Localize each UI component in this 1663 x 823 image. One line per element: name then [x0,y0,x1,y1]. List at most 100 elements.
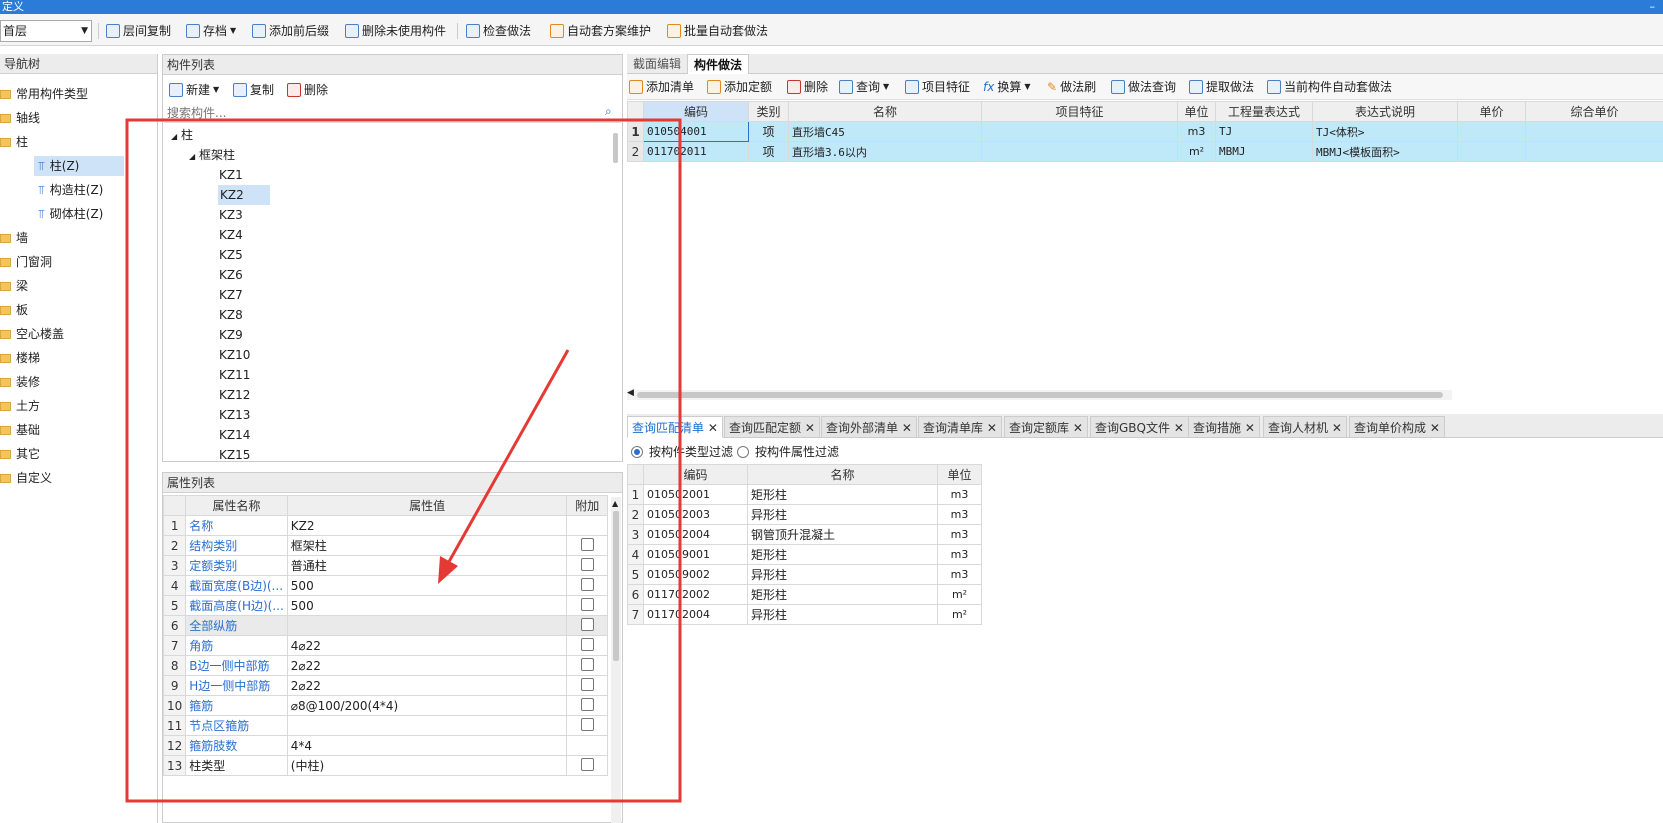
table-row[interactable]: 6 全部纵筋 [162,615,608,636]
table-row[interactable]: 2 结构类别 框架柱 [162,535,608,556]
nav-item-custom[interactable]: 自定义 [0,468,52,488]
nav-item-other[interactable]: 其它 [0,444,40,464]
add-list-button[interactable]: 添加清单 [629,77,694,97]
close-icon[interactable]: ✕ [987,421,997,435]
tree-item-kz11[interactable]: KZ11 [219,365,250,385]
table-row[interactable]: 4 截面宽度(B边)(... 500 [162,575,608,596]
table-row[interactable]: 4 010509001 矩形柱 m3 [627,544,982,565]
tab-query-match-quota[interactable]: 查询匹配定额 ✕ [724,416,820,438]
component-search-input[interactable] [164,103,621,123]
nav-item-wall[interactable]: 墙 [0,228,28,248]
nav-item-stairs[interactable]: 楼梯 [0,348,40,368]
tree-item-kz2[interactable]: KZ2 [218,185,270,205]
table-row[interactable]: 8 B边一侧中部筋 2⌀22 [162,655,608,676]
extra-checkbox[interactable] [580,657,594,671]
nav-item-masonry-column[interactable]: ⫪ 砌体柱(Z) [38,204,103,224]
vertical-scrollbar[interactable]: ▲ [611,497,621,823]
tab-query-match-list[interactable]: 查询匹配清单 ✕ [627,416,723,438]
scrollbar-thumb[interactable] [637,392,1443,398]
tab-section-edit[interactable]: 截面编辑 [627,54,687,74]
tree-item-kz8[interactable]: KZ8 [219,305,243,325]
floor-select[interactable]: 首层 ▼ [0,20,92,42]
tree-item-kz15[interactable]: KZ15 [219,445,250,465]
nav-item-column-z[interactable]: ⫪ 柱(Z) [34,156,124,176]
table-row[interactable]: 11 节点区箍筋 [162,715,608,736]
extra-checkbox[interactable] [580,757,594,771]
tab-component-method[interactable]: 构件做法 [687,54,750,74]
tab-query-list-lib[interactable]: 查询清单库 ✕ [918,416,1002,438]
extra-checkbox[interactable] [580,537,594,551]
close-icon[interactable]: ✕ [902,421,912,435]
table-row[interactable]: 13 柱类型 (中柱) [162,755,608,776]
auto-method-button[interactable]: 当前构件自动套做法 [1267,77,1392,97]
tree-item-kz9[interactable]: KZ9 [219,325,243,345]
close-icon[interactable]: ✕ [1174,421,1184,435]
nav-item-beam[interactable]: 梁 [0,276,28,296]
close-icon[interactable]: ✕ [1245,421,1255,435]
minimize-button[interactable]: – [1650,0,1656,13]
tab-query-gbq[interactable]: 查询GBQ文件 ✕ [1090,416,1189,438]
copy-between-floors-button[interactable]: 层间复制 [106,21,171,41]
tab-query-unit-price[interactable]: 查询单价构成 ✕ [1349,416,1445,438]
tree-item-kz12[interactable]: KZ12 [219,385,250,405]
close-icon[interactable]: ✕ [708,421,718,435]
method-query-button[interactable]: 做法查询 [1111,77,1176,97]
nav-item-common[interactable]: 常用构件类型 [0,84,88,104]
tree-item-kz13[interactable]: KZ13 [219,405,250,425]
check-method-button[interactable]: 检查做法 [466,21,531,41]
table-row[interactable]: 3 010502004 钢管顶升混凝土 m3 [627,524,982,545]
close-icon[interactable]: ✕ [1430,421,1440,435]
nav-item-axis[interactable]: 轴线 [0,108,40,128]
table-row[interactable]: 1 010504001 项 直形墙C45 m3 TJ TJ<体积> [627,121,1663,142]
convert-button[interactable]: fx 换算 ▼ [983,77,1031,97]
table-row[interactable]: 12 箍筋肢数 4*4 [162,735,608,756]
nav-item-hollow-floor[interactable]: 空心楼盖 [0,324,64,344]
add-prefix-suffix-button[interactable]: 添加前后缀 [252,21,329,41]
table-row[interactable]: 5 截面高度(H边)(... 500 [162,595,608,616]
delete-unused-button[interactable]: 删除未使用构件 [345,21,446,41]
tree-item-kz6[interactable]: KZ6 [219,265,243,285]
extra-checkbox[interactable] [580,557,594,571]
archive-button[interactable]: 存档 ▼ [186,21,236,41]
nav-item-column[interactable]: 柱 [0,132,28,152]
extra-checkbox[interactable] [580,617,594,631]
table-row[interactable]: 5 010509002 异形柱 m3 [627,564,982,585]
nav-item-door-window[interactable]: 门窗洞 [0,252,52,272]
add-quota-button[interactable]: 添加定额 [707,77,772,97]
table-row[interactable]: 7 角筋 4⌀22 [162,635,608,656]
filter-by-type[interactable]: 按构件类型过滤 [631,442,733,462]
tree-node-frame-column[interactable]: ◢ 框架柱 [189,145,235,165]
filter-by-attribute[interactable]: 按构件属性过滤 [737,442,839,462]
horizontal-scrollbar[interactable]: ◀ [627,388,1452,400]
delete-button[interactable]: 删除 [287,80,328,100]
query-button[interactable]: 查询 ▼ [839,77,889,97]
new-button[interactable]: 新建 ▼ [169,80,219,100]
extra-checkbox[interactable] [580,597,594,611]
close-icon[interactable]: ✕ [1332,421,1342,435]
table-row[interactable]: 7 011702004 异形柱 m² [627,604,982,625]
table-row[interactable]: 1 名称 KZ2 [162,515,608,536]
tree-item-kz14[interactable]: KZ14 [219,425,250,445]
tree-item-kz1[interactable]: KZ1 [219,165,243,185]
tree-item-kz5[interactable]: KZ5 [219,245,243,265]
auto-scheme-button[interactable]: 自动套方案维护 [550,21,651,41]
scrollbar-thumb[interactable] [613,511,619,661]
tree-item-kz3[interactable]: KZ3 [219,205,243,225]
batch-auto-button[interactable]: 批量自动套做法 [667,21,768,41]
extract-method-button[interactable]: 提取做法 [1189,77,1254,97]
table-row[interactable]: 3 定额类别 普通柱 [162,555,608,576]
method-brush-button[interactable]: ✎ 做法刷 [1047,77,1096,97]
tree-item-kz4[interactable]: KZ4 [219,225,243,245]
copy-button[interactable]: 复制 [233,80,274,100]
table-row[interactable]: 2 010502003 异形柱 m3 [627,504,982,525]
tree-item-kz7[interactable]: KZ7 [219,285,243,305]
table-row[interactable]: 1 010502001 矩形柱 m3 [627,484,982,505]
table-row[interactable]: 10 箍筋 ⌀8@100/200(4*4) [162,695,608,716]
nav-item-decoration[interactable]: 装修 [0,372,40,392]
vertical-scrollbar[interactable] [613,133,618,163]
item-feature-button[interactable]: 项目特征 [905,77,970,97]
extra-checkbox[interactable] [580,697,594,711]
nav-item-earthwork[interactable]: 土方 [0,396,40,416]
table-row[interactable]: 6 011702002 矩形柱 m² [627,584,982,605]
extra-checkbox[interactable] [580,677,594,691]
